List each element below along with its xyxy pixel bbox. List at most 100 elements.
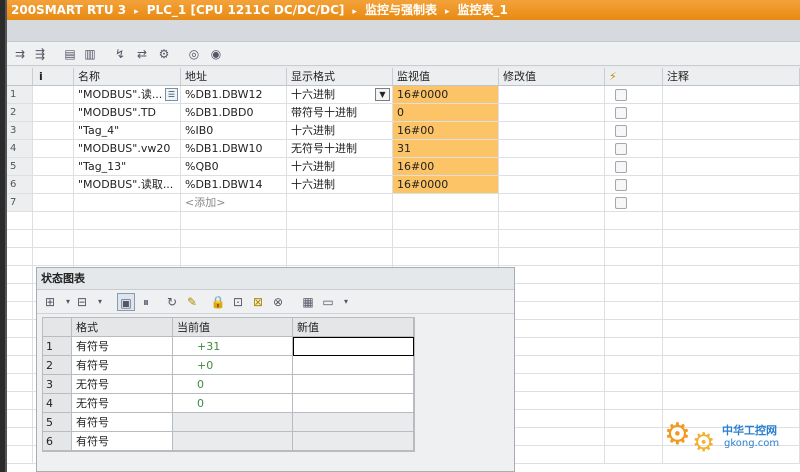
insert-row-icon[interactable]: ⇉ [11, 45, 29, 63]
add-row-cell[interactable]: <添加> [181, 194, 287, 212]
table-row[interactable]: 1 "MODBUS".读... ☰ %DB1.DBW12 十六进制 ▼ 16#000… [7, 86, 800, 104]
format-dropdown[interactable]: 十六进制 ▼ [287, 86, 393, 104]
new-value-input[interactable] [293, 432, 414, 451]
comment-cell[interactable] [663, 104, 800, 122]
comment-cell[interactable] [663, 122, 800, 140]
header-current-value[interactable]: 当前值 [173, 318, 293, 337]
delete-row-icon[interactable]: ⊟ [73, 293, 91, 311]
header-address[interactable]: 地址 [181, 68, 287, 86]
format-cell[interactable]: 十六进制 [287, 176, 393, 194]
modify-checkbox[interactable] [615, 143, 627, 155]
address-cell[interactable]: %IB0 [181, 122, 287, 140]
format-cell[interactable]: 有符号 [72, 356, 173, 375]
force-icon[interactable]: ⊠ [249, 293, 267, 311]
address-cell[interactable]: %DB1.DBW14 [181, 176, 287, 194]
modify-checkbox[interactable] [615, 125, 627, 137]
monitor-once-icon[interactable]: ▥ [81, 45, 99, 63]
force-icon[interactable]: ⚙ [155, 45, 173, 63]
header-new-value[interactable]: 新值 [293, 318, 414, 337]
table-row[interactable]: 7 <添加> [7, 194, 800, 212]
name-cell[interactable]: "MODBUS".读取... [74, 176, 181, 194]
modify-checkbox[interactable] [615, 107, 627, 119]
chevron-down-icon[interactable]: ▾ [91, 293, 109, 311]
table-row[interactable]: 2 "MODBUS".TD %DB1.DBD0 带符号十进制 0 [7, 104, 800, 122]
modify-value-cell[interactable] [499, 104, 605, 122]
new-value-input[interactable] [293, 413, 414, 432]
chevron-down-icon[interactable]: ▾ [337, 293, 355, 311]
breadcrumb-watch-tables[interactable]: 监控与强制表 [365, 0, 437, 20]
modify-now-icon[interactable]: ⇄ [133, 45, 151, 63]
modify-value-cell[interactable] [499, 140, 605, 158]
new-value-input[interactable] [293, 356, 414, 375]
comment-cell[interactable] [663, 158, 800, 176]
unforce-icon[interactable]: ⊗ [269, 293, 287, 311]
address-cell[interactable]: %DB1.DBD0 [181, 104, 287, 122]
status-row[interactable]: 5 有符号 [43, 413, 414, 432]
new-value-input[interactable] [293, 375, 414, 394]
address-cell[interactable]: %DB1.DBW12 [181, 86, 287, 104]
breadcrumb-watch-table-1[interactable]: 监控表_1 [457, 0, 507, 20]
tag-browse-button[interactable]: ☰ [165, 88, 178, 101]
name-cell[interactable]: "Tag_4" [74, 122, 181, 140]
pencil-icon[interactable]: ✎ [183, 293, 201, 311]
glasses-icon[interactable]: ◉ [207, 45, 225, 63]
table-row[interactable]: 3 "Tag_4" %IB0 十六进制 16#00 [7, 122, 800, 140]
status-row[interactable]: 2 有符号 +0 [43, 356, 414, 375]
format-cell[interactable]: 无符号 [72, 394, 173, 413]
name-cell[interactable] [74, 194, 181, 212]
breadcrumb-project[interactable]: 200SMART RTU 3 [11, 0, 126, 20]
comment-cell[interactable] [663, 176, 800, 194]
modify-checkbox[interactable] [615, 161, 627, 173]
modify-checkbox[interactable] [615, 197, 627, 209]
chevron-down-icon[interactable]: ▼ [375, 88, 390, 101]
modify-checkbox[interactable] [615, 89, 627, 101]
format-cell[interactable]: 十六进制 [287, 122, 393, 140]
header-name[interactable]: 名称 [74, 68, 181, 86]
breadcrumb-plc[interactable]: PLC_1 [CPU 1211C DC/DC/DC] [147, 0, 345, 20]
address-cell[interactable]: %DB1.DBW10 [181, 140, 287, 158]
address-cell[interactable]: %QB0 [181, 158, 287, 176]
format-cell[interactable]: 十六进制 [287, 158, 393, 176]
modify-value-cell[interactable] [499, 194, 605, 212]
monitor-all-icon[interactable]: ▤ [61, 45, 79, 63]
format-cell[interactable]: 有符号 [72, 432, 173, 451]
new-value-input[interactable] [293, 337, 414, 356]
header-modify-value[interactable]: 修改值 [499, 68, 605, 86]
unlock-icon[interactable]: ⊡ [229, 293, 247, 311]
format-cell[interactable]: 有符号 [72, 413, 173, 432]
modify-value-cell[interactable] [499, 122, 605, 140]
show-hide-icon[interactable]: ◎ [185, 45, 203, 63]
monitor-icon[interactable]: ▣ [117, 293, 135, 311]
modify-checkbox[interactable] [615, 179, 627, 191]
comment-cell[interactable] [663, 86, 800, 104]
comment-cell[interactable] [663, 194, 800, 212]
status-row[interactable]: 4 无符号 0 [43, 394, 414, 413]
status-row[interactable]: 3 无符号 0 [43, 375, 414, 394]
modify-value-cell[interactable] [499, 176, 605, 194]
format-cell[interactable]: 带符号十进制 [287, 104, 393, 122]
modify-value-icon[interactable]: ↯ [111, 45, 129, 63]
format-cell[interactable] [287, 194, 393, 212]
name-cell[interactable]: "MODBUS".读... ☰ [74, 86, 181, 104]
name-cell[interactable]: "MODBUS".TD [74, 104, 181, 122]
name-cell[interactable]: "MODBUS".vw20 [74, 140, 181, 158]
tag-icon[interactable]: ▭ [319, 293, 337, 311]
status-row[interactable]: 1 有符号 +31 [43, 337, 414, 356]
header-display-format[interactable]: 显示格式 [287, 68, 393, 86]
new-value-input[interactable] [293, 394, 414, 413]
modify-value-cell[interactable] [499, 86, 605, 104]
add-row-icon[interactable]: ⇶ [31, 45, 49, 63]
chart-icon[interactable]: ▦ [299, 293, 317, 311]
format-cell[interactable]: 有符号 [72, 337, 173, 356]
format-cell[interactable]: 无符号十进制 [287, 140, 393, 158]
lock-icon[interactable]: 🔒 [209, 293, 227, 311]
header-format[interactable]: 格式 [72, 318, 173, 337]
table-row[interactable]: 5 "Tag_13" %QB0 十六进制 16#00 [7, 158, 800, 176]
pause-icon[interactable]: ⏸ [137, 293, 155, 311]
read-icon[interactable]: ↻ [163, 293, 181, 311]
modify-value-cell[interactable] [499, 158, 605, 176]
table-row[interactable]: 4 "MODBUS".vw20 %DB1.DBW10 无符号十进制 31 [7, 140, 800, 158]
status-row[interactable]: 6 有符号 [43, 432, 414, 451]
comment-cell[interactable] [663, 140, 800, 158]
name-cell[interactable]: "Tag_13" [74, 158, 181, 176]
